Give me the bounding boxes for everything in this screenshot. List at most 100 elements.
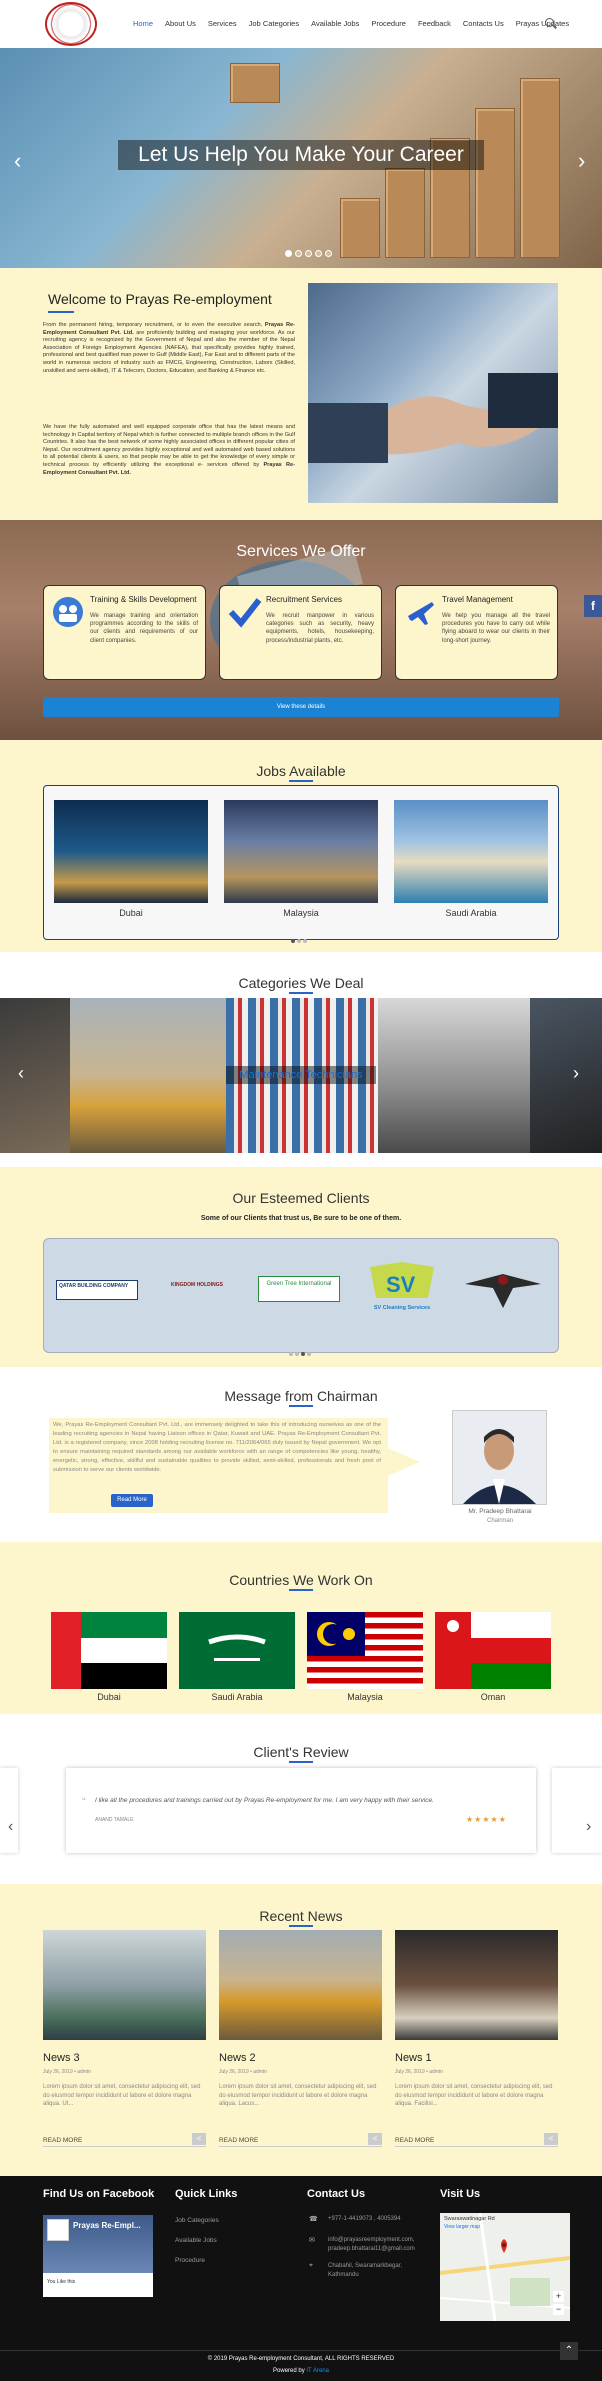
country-label[interactable]: Malaysia (307, 1692, 423, 1702)
facebook-widget[interactable]: Prayas Re-Empl... You Like this (43, 2215, 153, 2297)
service-desc: We help you manage all the travel proced… (442, 613, 550, 644)
review-next-arrow[interactable]: › (586, 1818, 591, 1836)
category-image[interactable] (0, 998, 70, 1153)
client-logo-sv[interactable]: SV SV Cleaning Services (362, 1262, 442, 1312)
map-larger-link[interactable]: View larger map (444, 2224, 480, 2230)
saudi-flag[interactable] (179, 1612, 295, 1689)
news-item-title[interactable]: News 1 (395, 2052, 432, 2064)
title-underline (289, 1589, 313, 1591)
hero-prev-arrow[interactable]: ‹ (14, 148, 21, 174)
hero-dot[interactable] (285, 250, 292, 257)
client-logo-eagle[interactable] (463, 1266, 543, 1312)
map-place-label: Swaraswatinagar Rd (444, 2216, 495, 2222)
uae-flag-graphic (51, 1612, 167, 1689)
service-card-travel[interactable]: Travel Management We help you manage all… (395, 585, 558, 680)
news-divider (219, 2146, 382, 2147)
read-more-button[interactable]: Read More (111, 1494, 153, 1507)
eagle-logo-mark (465, 1274, 541, 1308)
job-image-dubai[interactable] (54, 800, 208, 903)
news-read-more[interactable]: READ MORE (395, 2137, 434, 2144)
news-image[interactable] (43, 1930, 206, 2040)
country-label[interactable]: Saudi Arabia (179, 1692, 295, 1702)
hero-dot[interactable] (305, 250, 312, 257)
client-logo-green-tree[interactable]: Green Tree International (258, 1276, 340, 1302)
nav-home[interactable]: Home (133, 19, 153, 28)
nav-procedure[interactable]: Procedure (371, 19, 406, 28)
news-read-more[interactable]: READ MORE (43, 2137, 82, 2144)
service-card-training[interactable]: Training & Skills Development We manage … (43, 585, 206, 680)
news-image[interactable] (395, 1930, 558, 2040)
training-icon (53, 597, 83, 627)
facebook-page-name[interactable]: Prayas Re-Empl... (73, 2221, 141, 2230)
airplane-icon (408, 602, 434, 625)
news-excerpt: Lorem ipsum dolor sit amet, consectetur … (395, 2084, 553, 2107)
clients-dot[interactable] (289, 1352, 293, 1356)
client-logo-kingdom[interactable]: KINGDOM HOLDINGS (156, 1282, 238, 1298)
wood-block (230, 63, 280, 103)
footer-link-procedure[interactable]: Procedure (175, 2257, 205, 2264)
review-card (66, 1768, 536, 1853)
nav-contacts[interactable]: Contacts Us (463, 19, 504, 28)
clients-dot[interactable] (295, 1352, 299, 1356)
nav-job-categories[interactable]: Job Categories (249, 19, 299, 28)
nav-updates[interactable]: Prayas Updates (516, 19, 569, 28)
map-zoom-out-button[interactable]: − (553, 2304, 564, 2315)
view-details-button[interactable]: View these details (43, 697, 559, 717)
nav-feedback[interactable]: Feedback (418, 19, 451, 28)
footer-phone[interactable]: +977-1-4419073 , 4005394 (328, 2216, 428, 2222)
client-logo-qatar[interactable]: QATAR BUILDING COMPANY (56, 1280, 138, 1300)
uae-flag[interactable] (51, 1612, 167, 1689)
news-item-title[interactable]: News 3 (43, 2052, 80, 2064)
hero-dot[interactable] (295, 250, 302, 257)
oman-flag[interactable] (435, 1612, 551, 1689)
facebook-side-icon[interactable]: f (584, 595, 602, 617)
category-image[interactable] (530, 998, 602, 1153)
category-image-construction[interactable] (70, 998, 226, 1153)
category-image-workshop[interactable] (378, 998, 530, 1153)
hero-dot[interactable] (325, 250, 332, 257)
review-prev-arrow[interactable]: ‹ (8, 1818, 13, 1836)
service-title: Training & Skills Development (90, 595, 197, 604)
news-image[interactable] (219, 1930, 382, 2040)
hero-next-arrow[interactable]: › (578, 148, 585, 174)
chairman-message: We, Prayas Re-Employment Consultant Pvt.… (53, 1422, 381, 1473)
categories-prev-arrow[interactable]: ‹ (18, 1063, 24, 1084)
news-read-more[interactable]: READ MORE (219, 2137, 258, 2144)
footer-email[interactable]: info@prayasreemployment.com, pradeep.bha… (328, 2236, 430, 2254)
hero-dot[interactable] (315, 250, 322, 257)
service-card-recruitment[interactable]: Recruitment Services We recruit manpower… (219, 585, 382, 680)
country-label[interactable]: Oman (435, 1692, 551, 1702)
quote-icon: “ (82, 1796, 86, 1808)
footer-link-available-jobs[interactable]: Available Jobs (175, 2237, 217, 2244)
jobs-dot[interactable] (297, 939, 301, 943)
share-icon[interactable]: < (544, 2133, 558, 2145)
jobs-dot[interactable] (291, 939, 295, 943)
powered-by: Powered by IT Arena (273, 2368, 329, 2374)
clients-dot[interactable] (301, 1352, 305, 1356)
job-image-saudi[interactable] (394, 800, 548, 903)
nav-available-jobs[interactable]: Available Jobs (311, 19, 359, 28)
share-icon[interactable]: < (192, 2133, 206, 2145)
job-image-malaysia[interactable] (224, 800, 378, 903)
company-logo[interactable] (45, 2, 97, 46)
categories-next-arrow[interactable]: › (573, 1063, 579, 1084)
jobs-dot[interactable] (303, 939, 307, 943)
powered-by-link[interactable]: IT Arena (306, 2368, 329, 2374)
country-label[interactable]: Dubai (51, 1692, 167, 1702)
news-meta: July 26, 2019 • admin (395, 2069, 443, 2075)
nav-services[interactable]: Services (208, 19, 237, 28)
clients-dot[interactable] (307, 1352, 311, 1356)
share-icon[interactable]: < (368, 2133, 382, 2145)
chairman-role: Chairman (486, 1518, 513, 1524)
nav-about[interactable]: About Us (165, 19, 196, 28)
footer-link-job-categories[interactable]: Job Categories (175, 2217, 219, 2224)
map-zoom-in-button[interactable]: + (553, 2291, 564, 2302)
search-icon[interactable] (545, 18, 554, 27)
news-item-title[interactable]: News 2 (219, 2052, 256, 2064)
malaysia-flag[interactable] (307, 1612, 423, 1689)
job-label[interactable]: Dubai (54, 908, 208, 918)
scroll-to-top-button[interactable]: ⌃ (560, 2342, 578, 2360)
job-label[interactable]: Saudi Arabia (394, 908, 548, 918)
job-label[interactable]: Malaysia (224, 908, 378, 918)
google-map[interactable]: Swaraswatinagar Rd View larger map + − (439, 2212, 571, 2322)
